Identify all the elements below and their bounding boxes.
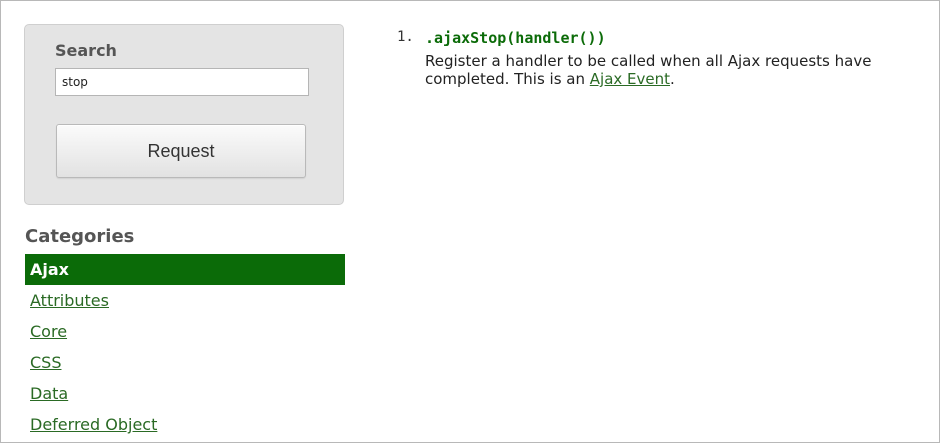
result-item: 1. .ajaxStop(handler()) Register a handl… <box>397 29 939 88</box>
category-link-css[interactable]: CSS <box>30 353 61 372</box>
category-item-deferred-object[interactable]: Deferred Object <box>25 409 345 440</box>
search-input[interactable] <box>55 68 309 96</box>
result-description-line1: Register a handler to be called when all… <box>425 52 872 70</box>
category-item-ajax[interactable]: Ajax <box>25 254 345 285</box>
category-link-attributes[interactable]: Attributes <box>30 291 109 310</box>
result-number: 1. <box>397 29 414 45</box>
search-panel: Search Request <box>24 24 344 205</box>
category-link-deferred-object[interactable]: Deferred Object <box>30 415 157 434</box>
ajax-event-link[interactable]: Ajax Event <box>590 70 670 88</box>
result-description: Register a handler to be called when all… <box>425 52 939 88</box>
categories-heading: Categories <box>25 226 135 247</box>
result-description-line2: completed. This is an <box>425 70 590 88</box>
page-frame: Search Request Categories Ajax Attribute… <box>0 0 940 443</box>
category-item-data[interactable]: Data <box>25 378 345 409</box>
category-item-css[interactable]: CSS <box>25 347 345 378</box>
results-list: 1. .ajaxStop(handler()) Register a handl… <box>397 29 939 88</box>
category-list: Ajax Attributes Core CSS Data Deferred O… <box>25 254 345 440</box>
search-heading: Search <box>55 41 117 60</box>
category-item-attributes[interactable]: Attributes <box>25 285 345 316</box>
request-button[interactable]: Request <box>56 124 306 178</box>
result-description-suffix: . <box>670 70 675 88</box>
category-link-core[interactable]: Core <box>30 322 67 341</box>
category-link-ajax[interactable]: Ajax <box>30 260 69 279</box>
category-item-core[interactable]: Core <box>25 316 345 347</box>
category-link-data[interactable]: Data <box>30 384 68 403</box>
result-title-link[interactable]: .ajaxStop(handler()) <box>425 29 939 47</box>
